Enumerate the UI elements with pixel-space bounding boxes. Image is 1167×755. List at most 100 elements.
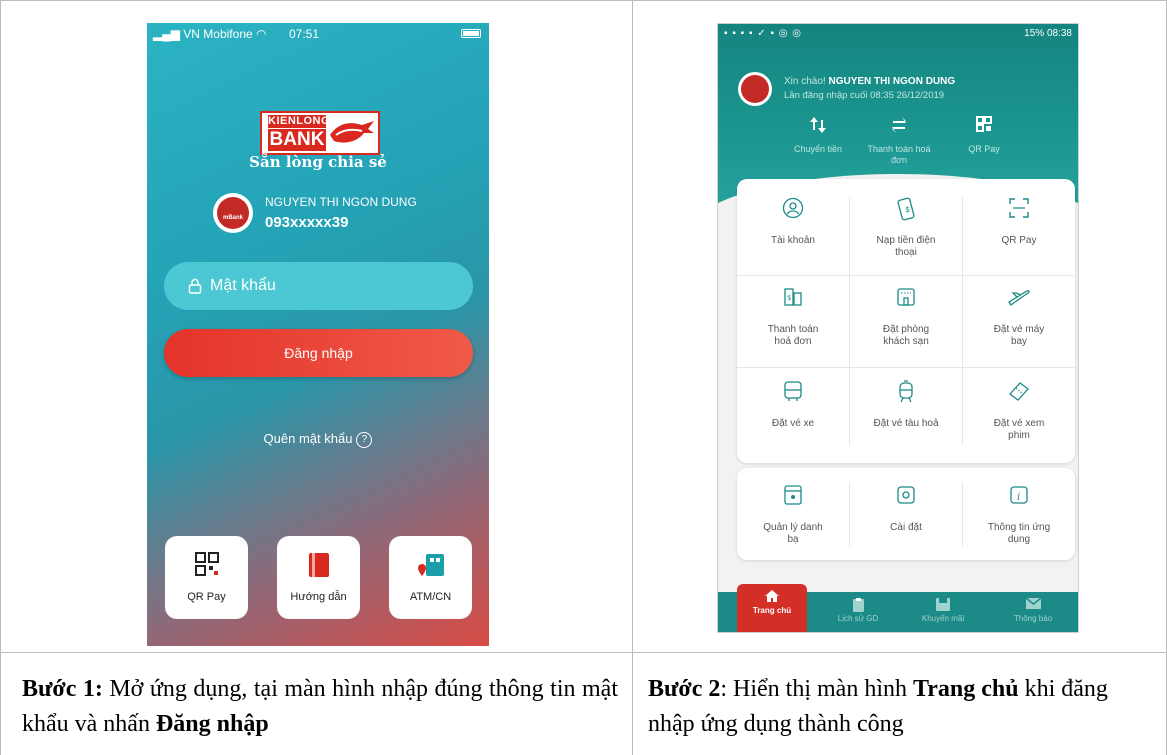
lock-icon <box>188 278 202 294</box>
step2-text: : Hiển thị màn hình <box>720 676 914 702</box>
service-label: Cài đặt <box>890 522 922 533</box>
plane-icon <box>1008 290 1030 306</box>
svg-text:i: i <box>1017 492 1020 503</box>
service-label: Đặt phòng khách sạn <box>882 324 930 347</box>
transfer-icon <box>810 117 826 133</box>
service-label: Quản lý danh bạ <box>763 522 823 545</box>
bus-icon <box>784 381 802 401</box>
bottom-nav: Trang chủ Lịch sử GD Khuyến mãi Thông bá… <box>718 584 1078 632</box>
tile-label: Hướng dẫn <box>290 591 347 603</box>
phone-topup-icon: $ <box>897 197 915 221</box>
table-border-top <box>0 0 1167 1</box>
history-icon <box>852 598 864 612</box>
service-train[interactable]: Đặt vé tàu hoả <box>850 380 962 430</box>
kienlong-bank-logo: KIENLONG BANK <box>260 111 380 155</box>
nav-history[interactable]: Lịch sử GD <box>813 598 903 623</box>
status-battery-time: 15% 08:38 <box>1024 28 1072 39</box>
nav-label: Trang chủ <box>752 606 792 615</box>
guide-tile[interactable]: Hướng dẫn <box>277 536 360 619</box>
password-placeholder: Mật khẩu <box>210 277 276 294</box>
table-border-left <box>0 0 1 755</box>
service-bill[interactable]: $ Thanh toán hoá đơn <box>737 286 849 348</box>
greeting-name: NGUYEN THI NGON DUNG <box>828 76 956 87</box>
service-label: Thanh toán hoá đơn <box>767 324 819 347</box>
quick-action-label: Thanh toán hoá đơn <box>867 144 931 165</box>
status-time: 07:51 <box>289 27 320 41</box>
service-label: Nạp tiền điện thoại <box>876 235 936 258</box>
password-field[interactable]: Mật khẩu <box>164 262 473 310</box>
step1-text: Mở ứng dụng, tại màn hình nhập đúng thôn… <box>22 676 618 737</box>
dragon-icon <box>330 121 374 143</box>
step1-label: Bước 1: <box>22 676 103 702</box>
greeting-prefix: Xin chào! <box>784 76 826 87</box>
service-contacts[interactable]: Quản lý danh bạ <box>737 484 849 546</box>
user-phone: 093xxxxx39 <box>265 214 349 231</box>
table-border-middle <box>0 652 1167 653</box>
status-bar: ▪ ▪ ▪ ▪ ✓ ▪ ◎ ◎ 15% 08:38 <box>718 24 1078 44</box>
qr-code-icon <box>194 552 219 576</box>
nav-home[interactable]: Trang chủ <box>737 584 807 632</box>
qr-code-icon <box>976 116 992 132</box>
quick-action-bill[interactable]: Thanh toán hoá đơn <box>859 116 939 166</box>
carrier-label: ▂▄▆ VN Mobifone ◠ <box>153 27 267 41</box>
logo-line2: BANK <box>268 129 326 151</box>
service-info[interactable]: i Thông tin ứng dụng <box>963 484 1075 546</box>
service-label: Đặt vé xem phim <box>993 418 1045 441</box>
status-icons: ▪ ▪ ▪ ▪ ✓ ▪ ◎ ◎ <box>724 28 803 39</box>
user-name: NGUYEN THI NGON DUNG <box>265 195 417 209</box>
train-icon <box>899 380 913 403</box>
step2-label: Bước 2 <box>648 676 721 702</box>
nav-label: Khuyến mãi <box>921 614 965 623</box>
brand-slogan: Sẵn lòng chia sẻ <box>249 153 387 171</box>
nav-promotion[interactable]: Khuyến mãi <box>898 598 988 623</box>
forgot-password-link[interactable]: Quên mật khẩu? <box>147 431 489 448</box>
guide-book-icon <box>308 553 329 577</box>
status-bar: ▂▄▆ VN Mobifone ◠ 07:51 <box>147 23 489 45</box>
atm-location-icon <box>417 554 444 576</box>
atm-tile[interactable]: ATM/CN <box>389 536 472 619</box>
nav-notifications[interactable]: Thông báo <box>988 597 1078 623</box>
tile-label: ATM/CN <box>409 591 452 603</box>
service-account[interactable]: Tài khoản <box>737 197 849 247</box>
service-phone-topup[interactable]: $ Nạp tiền điện thoại <box>850 197 962 259</box>
last-login: Lần đăng nhập cuối 08:35 26/12/2019 <box>784 90 945 101</box>
service-qr-scan[interactable]: QR Pay <box>963 197 1075 247</box>
nav-label: Lịch sử GD <box>837 614 879 623</box>
promotion-icon <box>936 598 950 611</box>
tile-label: QR Pay <box>187 591 226 603</box>
info-icon: i <box>1010 486 1028 504</box>
quick-action-qr[interactable]: QR Pay <box>944 116 1024 155</box>
avatar: mBank <box>213 193 253 233</box>
greeting: Xin chào! NGUYEN THI NGON DUNG <box>784 76 955 87</box>
quick-action-label: Chuyển tiền <box>793 144 843 154</box>
service-movie-ticket[interactable]: Đặt vé xem phim <box>963 380 1075 442</box>
quick-action-transfer[interactable]: Chuyển tiền <box>778 116 858 155</box>
movie-ticket-icon <box>1009 382 1029 401</box>
nav-label: Thông báo <box>1013 614 1053 623</box>
qr-scan-icon <box>1009 198 1029 218</box>
step2-screen: Trang chủ <box>913 676 1019 702</box>
service-bus[interactable]: Đặt vé xe <box>737 380 849 430</box>
settings-icon <box>897 486 915 504</box>
quick-action-label: QR Pay <box>968 144 1000 154</box>
service-settings[interactable]: Cài đặt <box>850 484 962 534</box>
qr-pay-tile[interactable]: QR Pay <box>165 536 248 619</box>
contacts-icon <box>784 485 802 505</box>
service-label: Thông tin ứng dụng <box>987 522 1051 545</box>
service-label: Tài khoản <box>771 235 815 246</box>
help-icon: ? <box>356 431 373 448</box>
service-plane[interactable]: Đặt vé máy bay <box>963 286 1075 348</box>
login-button[interactable]: Đăng nhập <box>164 329 473 377</box>
svg-text:$: $ <box>905 205 910 214</box>
home-icon <box>765 590 779 602</box>
forgot-password-label: Quên mật khẩu <box>263 431 353 446</box>
login-screen: ▂▄▆ VN Mobifone ◠ 07:51 KIENLONG BANK Sẵ… <box>147 23 489 646</box>
table-border-center <box>632 0 633 755</box>
battery-icon <box>461 29 481 38</box>
svg-text:$: $ <box>787 294 791 302</box>
service-label: Đặt vé máy bay <box>993 324 1045 347</box>
service-hotel[interactable]: Đặt phòng khách sạn <box>850 286 962 348</box>
home-screen: ▪ ▪ ▪ ▪ ✓ ▪ ◎ ◎ 15% 08:38 Xin chào! NGUY… <box>717 23 1079 633</box>
avatar <box>738 72 772 106</box>
bill-payment-icon <box>892 117 906 133</box>
